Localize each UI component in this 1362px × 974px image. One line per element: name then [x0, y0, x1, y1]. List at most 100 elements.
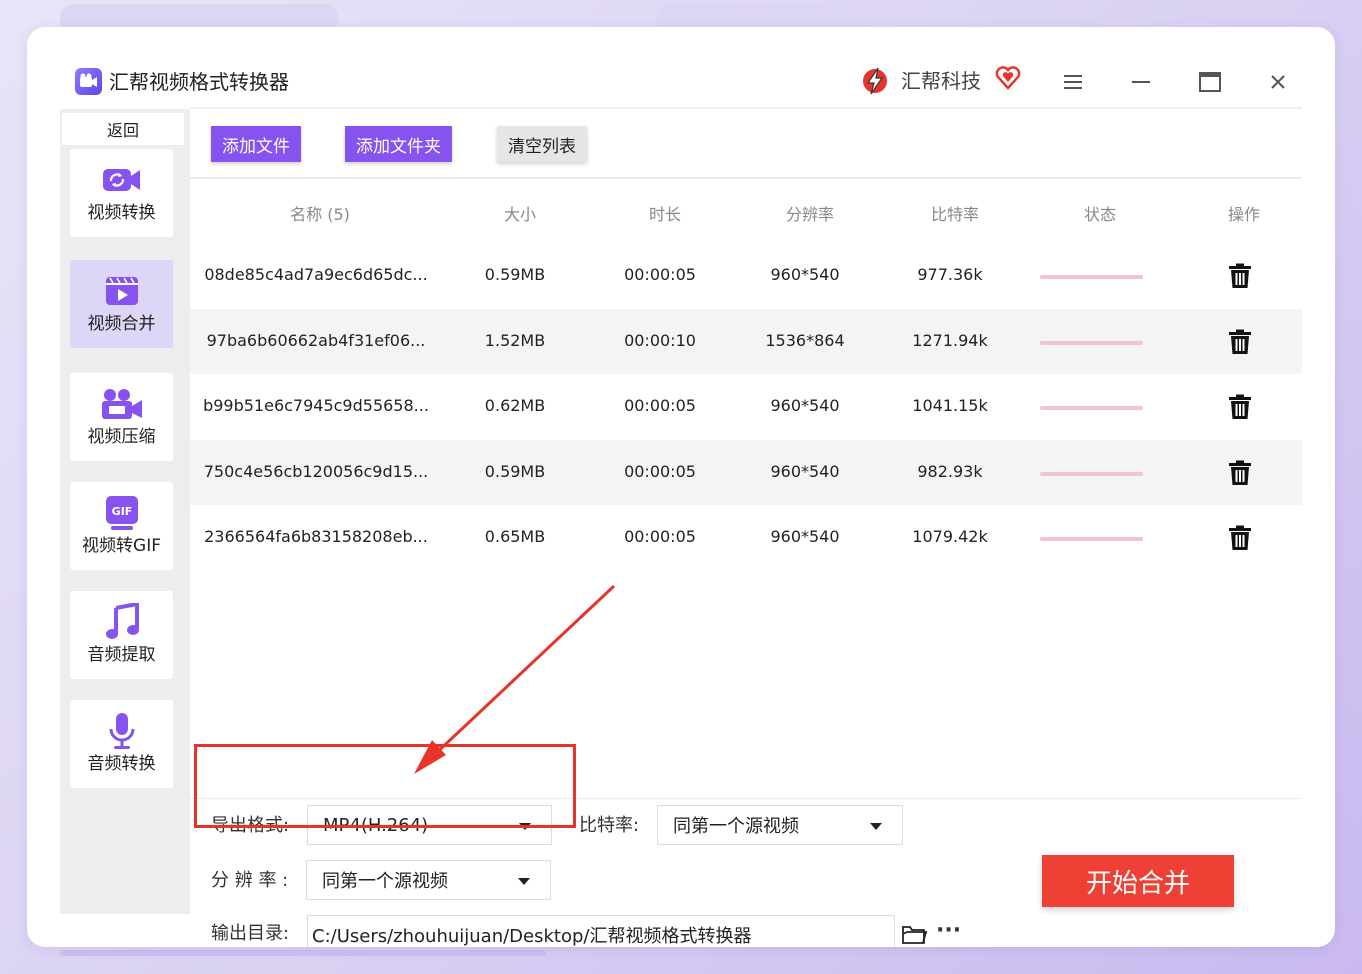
- minimize-button[interactable]: [1126, 67, 1156, 97]
- sidebar-item-video-merge[interactable]: 视频合并: [70, 260, 173, 348]
- bitrate-label: 比特率:: [579, 815, 640, 836]
- cell-name: 750c4e56cb120056c9d15...: [203, 461, 429, 481]
- column-header-status: 状态: [1083, 205, 1116, 224]
- bitrate-select-value: 同第一个源视频: [673, 816, 799, 837]
- table-row[interactable]: b99b51e6c7945c9d55658... 0.62MB 00:00:05…: [190, 374, 1302, 440]
- settings-divider: [190, 798, 1302, 799]
- sidebar-item-label: 音频转换: [87, 754, 156, 774]
- file-table: 名称 (5) 大小 时长 分辨率 比特率 状态 操作 08de85c4ad7a9…: [190, 177, 1302, 571]
- cell-bitrate: 1079.42k: [912, 527, 988, 546]
- sidebar-item-video-to-gif[interactable]: GIF 视频转GIF: [70, 482, 173, 570]
- svg-text:GIF: GIF: [111, 505, 132, 518]
- cell-resolution: 960*540: [770, 461, 840, 481]
- chevron-down-icon: [519, 823, 531, 830]
- gif-icon: GIF: [105, 495, 139, 531]
- trash-icon[interactable]: [1228, 460, 1252, 486]
- chevron-down-icon: [518, 878, 530, 885]
- trash-icon[interactable]: [1228, 263, 1252, 289]
- format-select[interactable]: MP4(H.264): [307, 805, 552, 845]
- close-button[interactable]: [1263, 67, 1293, 97]
- trash-icon[interactable]: [1228, 525, 1252, 551]
- menu-icon: [1064, 75, 1082, 89]
- main-panel: 添加文件 添加文件夹 清空列表 名称 (5) 大小 时长 分辨率 比特率 状态 …: [190, 107, 1302, 947]
- format-select-value: MP4(H.264): [323, 814, 429, 836]
- table-row[interactable]: 750c4e56cb120056c9d15... 0.59MB 00:00:05…: [190, 439, 1302, 505]
- more-options-button[interactable]: ···: [936, 919, 961, 943]
- sidebar-item-label: 视频合并: [87, 314, 156, 334]
- cell-duration: 00:00:05: [624, 396, 696, 415]
- resolution-select[interactable]: 同第一个源视频: [306, 860, 551, 900]
- folder-icon[interactable]: [901, 923, 927, 945]
- cell-bitrate: 1041.15k: [912, 396, 988, 415]
- sidebar-item-audio-extract[interactable]: 音频提取: [70, 591, 173, 679]
- bitrate-select[interactable]: 同第一个源视频: [657, 805, 903, 845]
- trash-icon[interactable]: [1228, 394, 1252, 420]
- table-row[interactable]: 97ba6b60662ab4f31ef06... 1.52MB 00:00:10…: [190, 308, 1302, 374]
- cell-bitrate: 982.93k: [917, 461, 983, 481]
- title-bar: 汇帮视频格式转换器 汇帮科技: [27, 27, 1335, 107]
- cell-duration: 00:00:05: [624, 527, 696, 546]
- microphone-icon: [107, 713, 137, 749]
- cell-name: b99b51e6c7945c9d55658...: [203, 396, 429, 415]
- table-row[interactable]: 2366564fa6b83158208eb... 0.65MB 00:00:05…: [190, 505, 1302, 571]
- add-file-button[interactable]: 添加文件: [211, 126, 301, 162]
- status-progress-bar: [1040, 275, 1143, 279]
- column-header-actions: 操作: [1227, 205, 1260, 224]
- video-convert-icon: [102, 162, 142, 198]
- cell-resolution: 960*540: [770, 265, 840, 284]
- app-window: 汇帮视频格式转换器 汇帮科技 返回 视频转换 视频合并 视频压缩 GIF 视频转…: [27, 27, 1335, 947]
- cell-duration: 00:00:05: [624, 265, 696, 284]
- sidebar-item-video-compress[interactable]: 视频压缩: [70, 373, 173, 461]
- sidebar-item-audio-convert[interactable]: 音频转换: [70, 700, 173, 788]
- cell-name: 2366564fa6b83158208eb...: [204, 527, 428, 546]
- clear-list-button[interactable]: 清空列表: [497, 126, 587, 162]
- sidebar: 返回 视频转换 视频合并 视频压缩 GIF 视频转GIF 音频提取 音频转换: [60, 109, 190, 914]
- cell-name: 08de85c4ad7a9ec6d65dc...: [204, 265, 428, 284]
- cell-resolution: 1536*864: [765, 330, 845, 350]
- cell-resolution: 960*540: [770, 527, 840, 546]
- cell-size: 1.52MB: [484, 330, 546, 350]
- start-merge-button[interactable]: 开始合并: [1042, 855, 1234, 907]
- sidebar-item-label: 视频转换: [87, 203, 156, 223]
- cell-duration: 00:00:05: [624, 461, 696, 481]
- brand-logo-icon: [863, 67, 887, 95]
- maximize-button[interactable]: [1195, 67, 1225, 97]
- output-dir-label: 输出目录:: [211, 923, 290, 944]
- table-row[interactable]: 08de85c4ad7a9ec6d65dc... 0.59MB 00:00:05…: [190, 243, 1302, 309]
- app-title: 汇帮视频格式转换器: [109, 70, 289, 94]
- cell-size: 0.59MB: [484, 461, 546, 481]
- cell-name: 97ba6b60662ab4f31ef06...: [206, 330, 426, 350]
- cell-bitrate: 977.36k: [917, 265, 983, 284]
- status-progress-bar: [1040, 406, 1143, 410]
- sidebar-item-label: 视频转GIF: [82, 536, 161, 556]
- close-icon: [1271, 75, 1285, 89]
- format-label: 导出格式:: [211, 815, 290, 836]
- heart-icon[interactable]: [995, 65, 1021, 91]
- chevron-down-icon: [870, 823, 882, 830]
- column-header-size: 大小: [503, 205, 536, 224]
- video-merge-icon: [105, 273, 139, 309]
- cell-size: 0.65MB: [484, 527, 546, 546]
- menu-button[interactable]: [1058, 67, 1088, 97]
- resolution-label: 分 辨 率 :: [211, 870, 289, 891]
- output-path-input[interactable]: C:/Users/zhouhuijuan/Desktop/汇帮视频格式转换器: [307, 915, 895, 947]
- add-folder-button[interactable]: 添加文件夹: [345, 126, 452, 162]
- background-strip: [60, 950, 546, 956]
- app-logo-icon: [75, 68, 102, 95]
- column-header-duration: 时长: [648, 205, 681, 224]
- video-compress-icon: [100, 386, 144, 422]
- status-progress-bar: [1040, 340, 1143, 345]
- music-note-icon: [105, 603, 139, 640]
- maximize-icon: [1199, 72, 1221, 92]
- cell-duration: 00:00:10: [624, 330, 696, 350]
- back-button[interactable]: 返回: [62, 113, 184, 145]
- trash-icon[interactable]: [1228, 329, 1252, 355]
- sidebar-item-label: 视频压缩: [87, 427, 156, 447]
- status-progress-bar: [1040, 537, 1143, 541]
- column-header-name: 名称 (5): [290, 205, 350, 224]
- column-header-resolution: 分辨率: [785, 205, 834, 224]
- cell-size: 0.62MB: [484, 396, 546, 415]
- brand-name: 汇帮科技: [901, 69, 981, 93]
- sidebar-item-video-convert[interactable]: 视频转换: [70, 149, 173, 237]
- sidebar-item-label: 音频提取: [87, 645, 156, 665]
